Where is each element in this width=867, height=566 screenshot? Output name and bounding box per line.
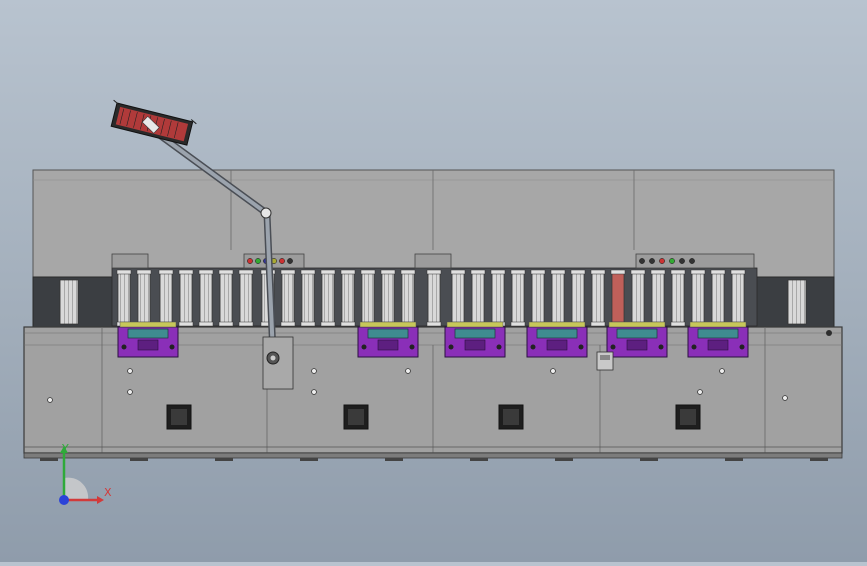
clamp-module <box>526 321 588 358</box>
bolt <box>697 389 703 395</box>
control-knob[interactable] <box>659 258 665 264</box>
roller <box>670 269 686 327</box>
access-hatch[interactable] <box>675 404 701 430</box>
clamp-module <box>687 321 749 358</box>
foot <box>470 458 488 461</box>
roller <box>340 269 356 327</box>
roller <box>426 269 442 327</box>
roller-band <box>32 267 835 328</box>
cad-viewport[interactable]: X Y <box>0 0 867 562</box>
y-axis-label: Y <box>61 442 69 455</box>
corner-fitting <box>826 330 832 336</box>
roller <box>550 269 566 327</box>
roller <box>360 269 376 327</box>
bolt <box>127 389 133 395</box>
control-knob[interactable] <box>639 258 645 264</box>
clamp-module <box>117 321 179 358</box>
roller <box>630 269 646 327</box>
roller <box>178 269 194 327</box>
foot <box>810 458 828 461</box>
foot <box>215 458 233 461</box>
roller <box>238 269 254 327</box>
access-hatch[interactable] <box>166 404 192 430</box>
roller <box>320 269 336 327</box>
foot <box>385 458 403 461</box>
machine-front-view: X Y <box>23 99 843 505</box>
roller <box>570 269 586 327</box>
roller <box>218 269 234 327</box>
foot <box>40 458 58 461</box>
operator-display[interactable] <box>107 99 197 146</box>
foot <box>555 458 573 461</box>
roller <box>380 269 396 327</box>
roller <box>710 269 726 327</box>
control-knob[interactable] <box>287 258 293 264</box>
roller <box>510 269 526 327</box>
roller <box>470 269 486 327</box>
roller <box>730 269 746 327</box>
roller <box>650 269 666 327</box>
roller <box>158 269 174 327</box>
bolt <box>550 368 556 374</box>
x-axis-label: X <box>104 486 112 499</box>
clamp-module <box>606 321 668 358</box>
sensor-bracket <box>596 351 614 371</box>
control-knob[interactable] <box>255 258 261 264</box>
access-hatch[interactable] <box>498 404 524 430</box>
red-roller <box>610 269 626 327</box>
control-knob[interactable] <box>669 258 675 264</box>
control-knob[interactable] <box>279 258 285 264</box>
roller <box>116 269 132 327</box>
foot <box>640 458 658 461</box>
roller <box>280 269 296 327</box>
bolt <box>405 368 411 374</box>
clamp-module <box>444 321 506 358</box>
foot <box>725 458 743 461</box>
roller <box>400 269 416 327</box>
control-knob[interactable] <box>679 258 685 264</box>
roller <box>690 269 706 327</box>
side-roller <box>787 279 807 325</box>
roller <box>198 269 214 327</box>
foot <box>130 458 148 461</box>
control-knob[interactable] <box>247 258 253 264</box>
roller <box>300 269 316 327</box>
side-roller <box>59 279 79 325</box>
control-knob[interactable] <box>649 258 655 264</box>
bolt <box>311 368 317 374</box>
bolt <box>127 368 133 374</box>
bolt <box>782 395 788 401</box>
control-knob[interactable] <box>689 258 695 264</box>
bolt <box>719 368 725 374</box>
clamp-module <box>357 321 419 358</box>
foot <box>300 458 318 461</box>
roller <box>136 269 152 327</box>
roller <box>530 269 546 327</box>
roller <box>450 269 466 327</box>
bolt <box>47 397 53 403</box>
access-hatch[interactable] <box>343 404 369 430</box>
bolt <box>311 389 317 395</box>
roller <box>490 269 506 327</box>
roller <box>590 269 606 327</box>
